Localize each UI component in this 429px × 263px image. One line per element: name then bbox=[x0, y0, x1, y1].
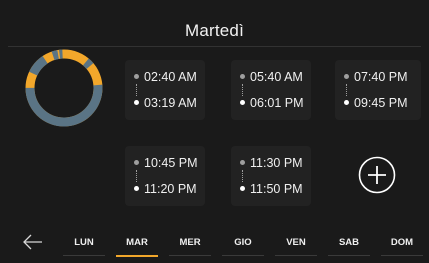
day-tab-sab[interactable]: SAB bbox=[328, 237, 370, 256]
program-start-time: 02:40 AM bbox=[144, 70, 197, 84]
day-underline bbox=[275, 255, 317, 256]
day-tab-mar[interactable]: MAR bbox=[116, 237, 158, 257]
program-end-time: 03:19 AM bbox=[144, 96, 197, 110]
day-selector: LUN MAR MER GIO VEN SAB DOM bbox=[63, 237, 429, 257]
ring-program-segment bbox=[82, 58, 94, 70]
start-dot-icon bbox=[134, 160, 139, 166]
day-label: MAR bbox=[126, 237, 148, 248]
day-title: Martedì bbox=[184, 21, 245, 40]
connector-line bbox=[242, 170, 243, 182]
connector-line bbox=[242, 84, 243, 96]
day-tab-gio[interactable]: GIO bbox=[222, 237, 264, 256]
day-tab-lun[interactable]: LUN bbox=[63, 237, 105, 256]
program-start: 10:45 PM bbox=[134, 156, 198, 170]
program-end: 11:50 PM bbox=[240, 182, 303, 196]
program-start-time: 10:45 PM bbox=[144, 156, 198, 170]
ring-program-segment bbox=[25, 84, 103, 127]
day-underline bbox=[222, 255, 264, 256]
day-underline bbox=[328, 255, 370, 256]
end-dot-icon bbox=[134, 100, 139, 106]
program-start: 05:40 AM bbox=[240, 70, 303, 84]
day-underline bbox=[169, 255, 211, 256]
day-tab-mer[interactable]: MER bbox=[169, 237, 211, 256]
end-dot-icon bbox=[344, 100, 349, 106]
program-start-time: 11:30 PM bbox=[250, 156, 303, 170]
ring-program-segment bbox=[51, 50, 59, 61]
start-dot-icon bbox=[344, 74, 349, 80]
start-dot-icon bbox=[240, 160, 245, 166]
end-dot-icon bbox=[240, 186, 245, 192]
connector-line bbox=[346, 84, 347, 96]
end-dot-icon bbox=[134, 186, 139, 192]
day-label: GIO bbox=[234, 237, 252, 248]
day-tab-dom[interactable]: DOM bbox=[381, 237, 423, 256]
program-start-time: 05:40 AM bbox=[250, 70, 303, 84]
day-label: LUN bbox=[74, 237, 94, 248]
start-dot-icon bbox=[240, 74, 245, 80]
day-tab-ven[interactable]: VEN bbox=[275, 237, 317, 256]
plus-circle-icon[interactable] bbox=[357, 155, 397, 195]
program-card-3[interactable]: 07:40 PM 09:45 PM bbox=[335, 60, 421, 120]
program-card-5[interactable]: 11:30 PM 11:50 PM bbox=[231, 146, 311, 206]
ring-program-segment bbox=[29, 55, 48, 76]
program-start: 11:30 PM bbox=[240, 156, 303, 170]
program-end: 09:45 PM bbox=[344, 96, 408, 110]
day-schedule-ring bbox=[25, 49, 103, 127]
arrow-left-icon[interactable] bbox=[22, 231, 44, 253]
program-end: 11:20 PM bbox=[134, 182, 197, 196]
ring-segments bbox=[25, 49, 103, 127]
day-label: DOM bbox=[390, 237, 414, 248]
program-start: 02:40 AM bbox=[134, 70, 197, 84]
day-label: MER bbox=[179, 237, 201, 248]
day-label: VEN bbox=[286, 237, 306, 248]
day-underline bbox=[381, 255, 423, 256]
program-end-time: 06:01 PM bbox=[250, 96, 304, 110]
start-dot-icon bbox=[134, 74, 139, 80]
program-end-time: 09:45 PM bbox=[354, 96, 408, 110]
day-underline bbox=[63, 255, 105, 256]
program-end-time: 11:20 PM bbox=[144, 182, 197, 196]
program-end: 06:01 PM bbox=[240, 96, 304, 110]
program-start: 07:40 PM bbox=[344, 70, 408, 84]
program-card-1[interactable]: 02:40 AM 03:19 AM bbox=[125, 60, 205, 120]
program-start-time: 07:40 PM bbox=[354, 70, 408, 84]
day-underline-active bbox=[116, 255, 158, 257]
program-end-time: 11:50 PM bbox=[250, 182, 303, 196]
connector-line bbox=[136, 170, 137, 182]
program-end: 03:19 AM bbox=[134, 96, 197, 110]
program-card-2[interactable]: 05:40 AM 06:01 PM bbox=[231, 60, 311, 120]
day-label: SAB bbox=[338, 237, 360, 248]
program-card-4[interactable]: 10:45 PM 11:20 PM bbox=[125, 146, 205, 206]
end-dot-icon bbox=[240, 100, 245, 106]
connector-line bbox=[136, 84, 137, 96]
